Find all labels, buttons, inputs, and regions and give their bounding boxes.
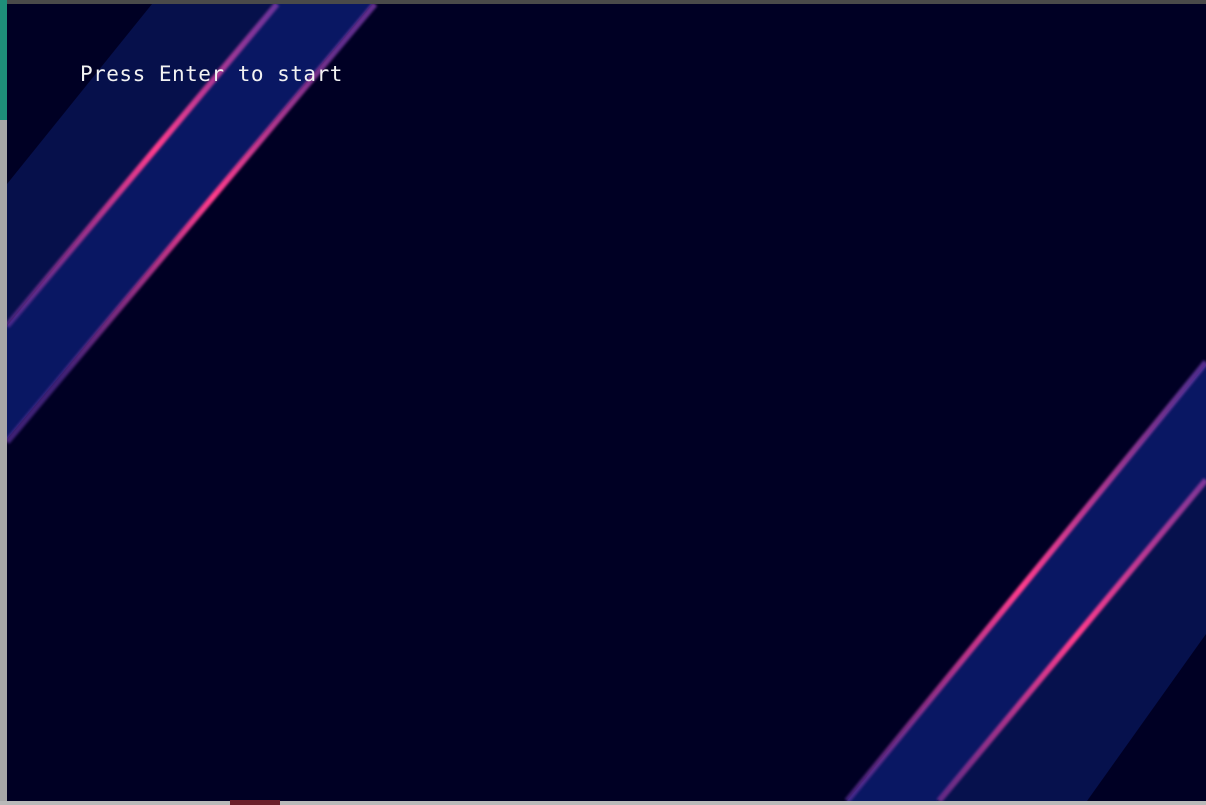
window-left-accent: [0, 0, 7, 120]
start-prompt: Press Enter to start: [80, 62, 343, 86]
game-window: Press Enter to start: [0, 0, 1206, 805]
game-canvas[interactable]: Press Enter to start: [7, 4, 1206, 801]
bottom-right-stripes: [844, 360, 1206, 801]
window-bottom-strip: [0, 801, 1206, 805]
taskbar-fragment: [230, 800, 280, 805]
background-art: [7, 4, 1206, 801]
